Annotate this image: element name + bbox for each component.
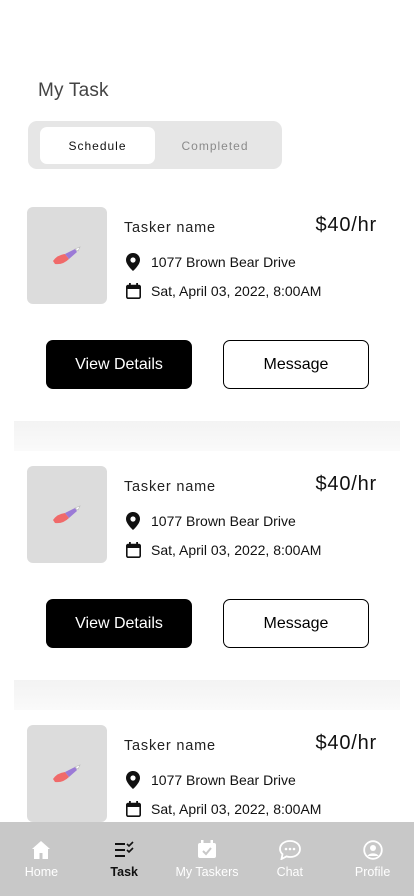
calendar-icon (124, 541, 142, 559)
tasker-name: Tasker name (124, 738, 216, 754)
location-pin-icon (124, 512, 142, 530)
page-title: My Task (38, 80, 109, 101)
tab-my-taskers[interactable]: My Taskers (166, 822, 249, 896)
message-button[interactable]: Message (223, 340, 369, 389)
chat-icon (278, 838, 302, 862)
tasker-name: Tasker name (124, 479, 216, 495)
tab-schedule[interactable]: Schedule (40, 127, 155, 164)
location-pin-icon (124, 771, 142, 789)
task-card: Tasker name $40/hr 1077 Brown Bear Drive… (14, 192, 400, 421)
address-row: 1077 Brown Bear Drive (124, 771, 296, 789)
tasker-thumbnail (27, 725, 107, 822)
card-divider (14, 680, 400, 710)
tasker-name: Tasker name (124, 220, 216, 236)
taskers-icon (195, 838, 219, 862)
tab-label: Chat (276, 865, 303, 879)
paint-brush-icon (53, 245, 81, 264)
price-rate: $40/hr (315, 214, 377, 236)
profile-icon (361, 838, 385, 862)
card-divider (14, 421, 400, 451)
datetime-row: Sat, April 03, 2022, 8:00AM (124, 800, 321, 818)
location-pin-icon (124, 253, 142, 271)
price-rate: $40/hr (315, 732, 377, 754)
tab-chat[interactable]: Chat (248, 822, 331, 896)
tasker-thumbnail (27, 466, 107, 563)
datetime-text: Sat, April 03, 2022, 8:00AM (151, 542, 322, 558)
calendar-icon (124, 282, 142, 300)
tab-task[interactable]: Task (83, 822, 166, 896)
tasker-thumbnail (27, 207, 107, 304)
tab-completed[interactable]: Completed (160, 127, 270, 164)
task-list-icon (112, 838, 136, 862)
task-card: Tasker name $40/hr 1077 Brown Bear Drive… (14, 451, 400, 680)
datetime-text: Sat, April 03, 2022, 8:00AM (151, 801, 322, 817)
paint-brush-icon (53, 504, 81, 523)
calendar-icon (124, 800, 142, 818)
tab-label: Profile (354, 865, 391, 879)
price-rate: $40/hr (315, 473, 377, 495)
address-text: 1077 Brown Bear Drive (151, 772, 296, 788)
view-details-button[interactable]: View Details (46, 599, 192, 648)
task-card: Tasker name $40/hr 1077 Brown Bear Drive… (14, 710, 400, 822)
tab-label: Home (24, 865, 59, 879)
task-status-toggle: Schedule Completed (28, 121, 282, 169)
address-text: 1077 Brown Bear Drive (151, 513, 296, 529)
address-text: 1077 Brown Bear Drive (151, 254, 296, 270)
address-row: 1077 Brown Bear Drive (124, 253, 296, 271)
tab-label: My Taskers (175, 865, 239, 879)
datetime-row: Sat, April 03, 2022, 8:00AM (124, 282, 321, 300)
tab-profile[interactable]: Profile (331, 822, 414, 896)
view-details-button[interactable]: View Details (46, 340, 192, 389)
bottom-tab-bar: Home Task My Taskers Chat Profile (0, 822, 414, 896)
address-row: 1077 Brown Bear Drive (124, 512, 296, 530)
home-icon (29, 838, 53, 862)
datetime-row: Sat, April 03, 2022, 8:00AM (124, 541, 321, 559)
datetime-text: Sat, April 03, 2022, 8:00AM (151, 283, 322, 299)
tab-label: Task (110, 865, 138, 879)
paint-brush-icon (53, 763, 81, 782)
message-button[interactable]: Message (223, 599, 369, 648)
tab-home[interactable]: Home (0, 822, 83, 896)
